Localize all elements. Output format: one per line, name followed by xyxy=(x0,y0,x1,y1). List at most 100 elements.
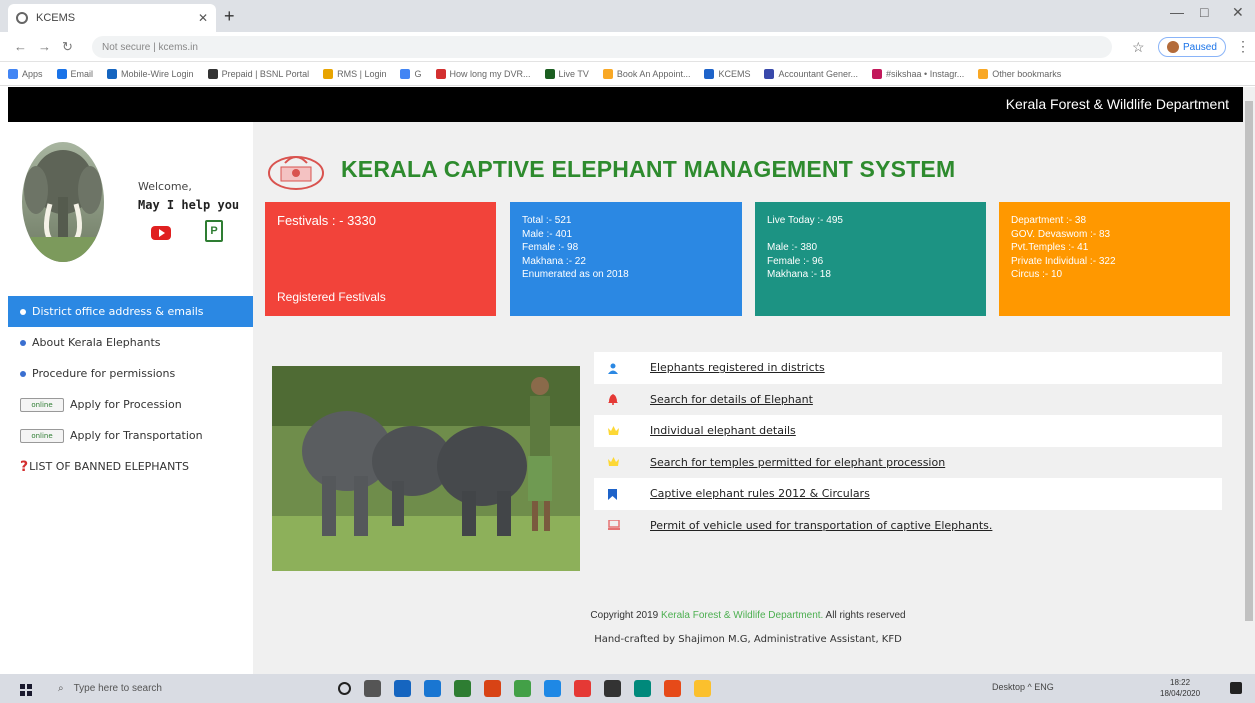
quick-link-item[interactable]: Captive elephant rules 2012 & Circulars xyxy=(594,478,1222,510)
system-tray[interactable]: Desktop ^ ENG xyxy=(992,682,1054,692)
sidebar-menu-item[interactable]: online Apply for Transportation xyxy=(8,420,253,451)
quick-link-label[interactable]: Elephants registered in districts xyxy=(650,361,825,374)
mail-icon[interactable] xyxy=(394,680,411,697)
quick-link-item[interactable]: Search for details of Elephant xyxy=(594,384,1222,416)
reload-icon[interactable]: ↻ xyxy=(62,39,73,55)
bookmark-item[interactable]: #sikshaa • Instagr... xyxy=(872,68,965,79)
bullet-icon xyxy=(20,308,26,315)
whatsapp-icon[interactable] xyxy=(634,680,651,697)
online-badge-icon: online xyxy=(20,428,64,443)
crown-icon xyxy=(608,457,619,467)
bookmark-item[interactable]: RMS | Login xyxy=(323,68,386,79)
quick-link-item[interactable]: Search for temples permitted for elephan… xyxy=(594,447,1222,479)
stat-line: Female :- 96 xyxy=(767,255,824,267)
quick-link-label[interactable]: Captive elephant rules 2012 & Circulars xyxy=(650,487,870,500)
close-window-button[interactable]: ✕ xyxy=(1232,4,1244,21)
bookmark-label: Other bookmarks xyxy=(992,68,1062,79)
bookmark-item[interactable]: Apps xyxy=(8,68,43,79)
stat-line: Enumerated as on 2018 xyxy=(522,269,629,280)
bookmark-item[interactable]: Live TV xyxy=(544,68,589,79)
stat-card: Festivals : - 3330 Registered Festivals xyxy=(265,202,496,316)
minimize-button[interactable]: — xyxy=(1170,4,1184,20)
stat-line: Private Individual :- 322 xyxy=(1011,255,1116,267)
bookmark-favicon-icon xyxy=(872,68,883,79)
sidebar-menu-item[interactable]: District office address & emails xyxy=(8,296,253,327)
quick-link-label[interactable]: Permit of vehicle used for transportatio… xyxy=(650,519,992,532)
bookmark-label: Apps xyxy=(22,68,43,79)
page-scrollbar[interactable] xyxy=(1243,87,1255,674)
browser-tab-bar: KCEMS ✕ + — □ ✕ xyxy=(0,0,1255,32)
sidebar-menu-item[interactable]: Procedure for permissions xyxy=(8,358,253,389)
maximize-button[interactable]: □ xyxy=(1200,4,1208,20)
bookmark-label: Live TV xyxy=(558,68,589,79)
close-tab-icon[interactable]: ✕ xyxy=(198,11,208,25)
bookmark-item[interactable]: Other bookmarks xyxy=(978,68,1062,79)
quick-link-label[interactable]: Search for details of Elephant xyxy=(650,393,813,406)
browser-tab[interactable]: KCEMS ✕ xyxy=(8,4,216,32)
address-input[interactable]: Not secure | kcems.in xyxy=(92,36,1112,58)
quick-link-label[interactable]: Search for temples permitted for elephan… xyxy=(650,456,945,469)
profile-button[interactable]: Paused xyxy=(1158,37,1226,57)
youtube-icon[interactable] xyxy=(151,226,171,240)
search-icon: ⌕ xyxy=(58,683,64,694)
bookmark-item[interactable]: KCEMS xyxy=(704,68,750,79)
bookmark-item[interactable]: Email xyxy=(56,68,93,79)
bookmark-item[interactable]: Prepaid | BSNL Portal xyxy=(207,68,310,79)
notification-icon[interactable] xyxy=(1230,682,1242,694)
bookmark-label: #sikshaa • Instagr... xyxy=(886,68,965,79)
cortana-icon[interactable] xyxy=(338,682,351,695)
bookmark-item[interactable]: How long my DVR... xyxy=(435,68,531,79)
quick-link-item[interactable]: Individual elephant details xyxy=(594,415,1222,447)
quick-link-item[interactable]: Permit of vehicle used for transportatio… xyxy=(594,510,1222,542)
address-bar-row: ← → ↻ Not secure | kcems.in ☆ Paused ⋮ xyxy=(0,32,1255,62)
sidebar-menu: District office address & emails About Ke… xyxy=(8,296,253,482)
bookmark-item[interactable]: G xyxy=(400,68,422,79)
sidebar-menu-item[interactable]: About Kerala Elephants xyxy=(8,327,253,358)
back-icon[interactable]: ← xyxy=(14,39,27,54)
folder-icon[interactable] xyxy=(694,680,711,697)
forward-icon[interactable]: → xyxy=(38,39,51,54)
help-text: May I help you xyxy=(138,198,240,212)
more-menu-icon[interactable]: ⋮ xyxy=(1236,38,1250,55)
acrobat-icon[interactable] xyxy=(574,680,591,697)
taskbar-search[interactable]: ⌕ Type here to search xyxy=(44,674,300,703)
bookmark-item[interactable]: Accountant Gener... xyxy=(764,68,858,79)
copyright-suffix: All rights reserved xyxy=(825,610,906,621)
profile-label: Paused xyxy=(1183,41,1217,53)
bullet-icon xyxy=(20,339,26,346)
stat-line: Circus :- 10 xyxy=(1011,269,1063,280)
bookmark-item[interactable]: Mobile-Wire Login xyxy=(107,68,194,79)
explorer-icon[interactable] xyxy=(604,680,621,697)
clock-time: 18:22 xyxy=(1170,678,1191,687)
copyright-link[interactable]: Kerala Forest & Wildlife Department. xyxy=(661,610,823,621)
sidebar-menu-item[interactable]: ? LIST OF BANNED ELEPHANTS xyxy=(8,451,253,482)
stat-line: Makhana :- 22 xyxy=(522,255,586,267)
new-tab-button[interactable]: + xyxy=(224,6,235,27)
sidebar-menu-item[interactable]: online Apply for Procession xyxy=(8,389,253,420)
taskbar-clock[interactable]: 18:22 18/04/2020 xyxy=(1160,677,1200,699)
bookmark-label: G xyxy=(414,68,422,79)
firefox-icon[interactable] xyxy=(664,680,681,697)
bullet-icon xyxy=(20,370,26,377)
bookmark-label: Prepaid | BSNL Portal xyxy=(221,68,310,79)
stat-line: Festivals : - 3330 xyxy=(277,213,376,228)
edge-icon[interactable] xyxy=(424,680,441,697)
bookmark-item[interactable]: Book An Appoint... xyxy=(602,68,690,79)
department-name: Kerala Forest & Wildlife Department xyxy=(1005,96,1229,112)
stat-card: Department :- 38 GOV. Devaswom :- 83 Pvt.T… xyxy=(999,202,1230,316)
store-icon[interactable] xyxy=(544,680,561,697)
task-view-icon[interactable] xyxy=(364,680,381,697)
quick-link-item[interactable]: Elephants registered in districts xyxy=(594,352,1222,384)
bookmark-favicon-icon xyxy=(704,68,715,79)
windows-start-icon[interactable] xyxy=(20,684,32,696)
excel-icon[interactable] xyxy=(454,680,471,697)
photos-icon[interactable] xyxy=(484,680,501,697)
scrollbar-thumb[interactable] xyxy=(1245,101,1253,621)
quick-links: Elephants registered in districts Search … xyxy=(594,352,1222,541)
quick-link-label[interactable]: Individual elephant details xyxy=(650,424,796,437)
clock-date: 18/04/2020 xyxy=(1160,689,1201,698)
sidebar: Welcome, May I help you P District offic… xyxy=(8,122,253,674)
pdf-icon[interactable]: P xyxy=(205,220,223,242)
bookmark-star-icon[interactable]: ☆ xyxy=(1132,39,1145,56)
chrome-icon[interactable] xyxy=(514,680,531,697)
